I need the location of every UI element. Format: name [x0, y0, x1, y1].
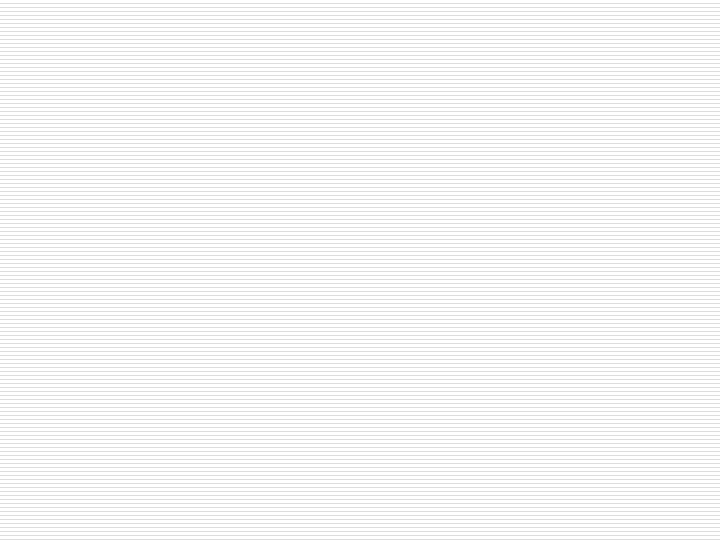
list-item: m2: The intersection graph of paths in t…: [102, 381, 672, 406]
term-italic: trees: [341, 408, 380, 427]
list-item: c5: Relation of user perceived response …: [102, 306, 672, 331]
list-item: c1: Human machine interface for ABC comp…: [102, 208, 672, 233]
term-italic: computer system response time: [335, 235, 580, 254]
term-italic: human system: [223, 284, 335, 303]
corpus-c-list: c1: Human machine interface for ABC comp…: [102, 208, 672, 331]
text-run: for ABC: [324, 211, 391, 229]
text-run: : A: [238, 433, 264, 451]
title-divider-accent-bar: [46, 120, 418, 130]
text-run: c2: A: [102, 235, 145, 254]
text-run: engineering testing of: [334, 284, 510, 303]
text-run: c1:: [102, 211, 130, 229]
text-run: management: [299, 260, 410, 278]
list-item: c3: The EPS user interface management sy…: [102, 257, 672, 282]
text-run: c3: The: [102, 260, 163, 278]
text-run: m2: The intersection: [102, 384, 263, 402]
term-italic: user: [214, 309, 248, 327]
term-italic: trees: [395, 384, 434, 402]
text-run: IV: Widths of: [238, 408, 342, 427]
slide-body: Apply the LSA method to the following te…: [102, 148, 672, 455]
text-run: m1: The generation of random, binary, or…: [102, 359, 463, 378]
term-italic: survey: [144, 235, 196, 254]
text-run: and: [185, 284, 224, 303]
term-italic: Graph minors: [135, 433, 239, 451]
text-run: of: [195, 235, 220, 254]
list-item: c2: A survey of user opinion of computer…: [102, 233, 672, 258]
text-run: machine: [183, 211, 258, 229]
list-item: m1: The generation of random, binary, or…: [102, 357, 672, 382]
term-italic: System: [129, 284, 186, 303]
list-item: m4: Graph minors: A survey: [102, 430, 672, 455]
slide: Example Apply the LSA method to the foll…: [0, 0, 720, 540]
term-italic: interface: [257, 211, 325, 229]
term-italic: user: [219, 235, 252, 254]
list-item: c4: System and human system engineering …: [102, 282, 672, 307]
text-run: of paths in: [306, 384, 396, 402]
term-italic: computer: [390, 211, 463, 229]
term-italic: graph: [262, 384, 307, 402]
term-italic: response time: [330, 309, 438, 327]
term-italic: system: [409, 260, 464, 278]
text-run: perceived: [247, 309, 331, 327]
bottom-divider: [46, 485, 691, 486]
text-run: m4:: [102, 433, 136, 451]
term-italic: trees: [462, 359, 501, 378]
term-italic: Graph minors: [135, 408, 239, 427]
term-italic: survey: [263, 433, 314, 451]
term-italic: Human: [129, 211, 184, 229]
lead-heading: Apply the LSA method to the following te…: [102, 149, 609, 199]
corpus-m-list: m1: The generation of random, binary, or…: [102, 357, 672, 455]
term-italic: EPS: [509, 284, 538, 303]
list-item: m3: Graph minors IV: Widths of trees and…: [102, 406, 672, 431]
text-run: m3:: [102, 408, 136, 427]
text-run: to error measurement: [437, 309, 609, 327]
text-run: c5: Relation of: [102, 309, 215, 327]
term-italic: EPS user interface: [162, 260, 300, 278]
text-run: applications: [462, 211, 559, 229]
page-title: Example: [48, 78, 193, 113]
text-run: c4:: [102, 284, 130, 303]
text-run: opinion of: [251, 235, 336, 254]
text-run: and well-quasi-ordering: [380, 408, 563, 427]
